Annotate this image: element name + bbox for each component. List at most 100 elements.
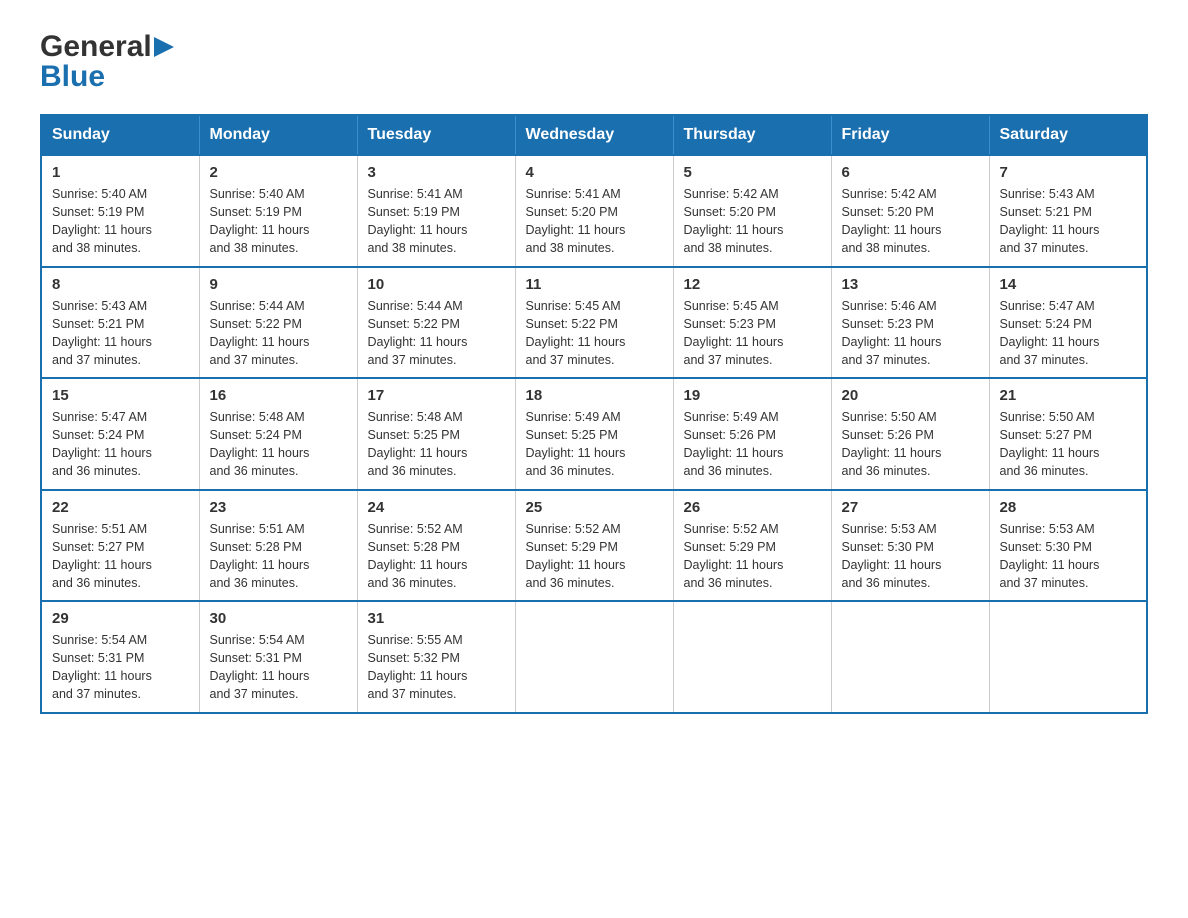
day-info: Sunrise: 5:42 AMSunset: 5:20 PMDaylight:…	[684, 185, 821, 258]
day-number: 20	[842, 387, 979, 404]
header-thursday: Thursday	[673, 115, 831, 155]
calendar-cell: 5 Sunrise: 5:42 AMSunset: 5:20 PMDayligh…	[673, 155, 831, 267]
day-number: 23	[210, 499, 347, 516]
day-number: 10	[368, 276, 505, 293]
day-number: 26	[684, 499, 821, 516]
calendar-cell: 31 Sunrise: 5:55 AMSunset: 5:32 PMDaylig…	[357, 601, 515, 713]
day-info: Sunrise: 5:55 AMSunset: 5:32 PMDaylight:…	[368, 631, 505, 704]
calendar-cell: 26 Sunrise: 5:52 AMSunset: 5:29 PMDaylig…	[673, 490, 831, 602]
header-friday: Friday	[831, 115, 989, 155]
day-number: 14	[1000, 276, 1137, 293]
day-info: Sunrise: 5:47 AMSunset: 5:24 PMDaylight:…	[1000, 297, 1137, 370]
day-number: 15	[52, 387, 189, 404]
week-row-3: 15 Sunrise: 5:47 AMSunset: 5:24 PMDaylig…	[41, 378, 1147, 490]
day-info: Sunrise: 5:41 AMSunset: 5:20 PMDaylight:…	[526, 185, 663, 258]
week-row-4: 22 Sunrise: 5:51 AMSunset: 5:27 PMDaylig…	[41, 490, 1147, 602]
day-number: 21	[1000, 387, 1137, 404]
day-number: 22	[52, 499, 189, 516]
day-info: Sunrise: 5:52 AMSunset: 5:29 PMDaylight:…	[684, 520, 821, 593]
day-info: Sunrise: 5:51 AMSunset: 5:27 PMDaylight:…	[52, 520, 189, 593]
week-row-2: 8 Sunrise: 5:43 AMSunset: 5:21 PMDayligh…	[41, 267, 1147, 379]
logo-arrow-icon	[154, 37, 174, 57]
day-number: 13	[842, 276, 979, 293]
day-number: 25	[526, 499, 663, 516]
day-number: 31	[368, 610, 505, 627]
page-header: General Blue	[40, 30, 1148, 94]
day-info: Sunrise: 5:54 AMSunset: 5:31 PMDaylight:…	[52, 631, 189, 704]
day-info: Sunrise: 5:49 AMSunset: 5:25 PMDaylight:…	[526, 408, 663, 481]
calendar-cell	[515, 601, 673, 713]
calendar-cell: 22 Sunrise: 5:51 AMSunset: 5:27 PMDaylig…	[41, 490, 199, 602]
day-info: Sunrise: 5:49 AMSunset: 5:26 PMDaylight:…	[684, 408, 821, 481]
calendar-cell: 14 Sunrise: 5:47 AMSunset: 5:24 PMDaylig…	[989, 267, 1147, 379]
calendar-cell	[989, 601, 1147, 713]
day-info: Sunrise: 5:40 AMSunset: 5:19 PMDaylight:…	[210, 185, 347, 258]
week-row-5: 29 Sunrise: 5:54 AMSunset: 5:31 PMDaylig…	[41, 601, 1147, 713]
calendar-cell: 1 Sunrise: 5:40 AMSunset: 5:19 PMDayligh…	[41, 155, 199, 267]
day-info: Sunrise: 5:48 AMSunset: 5:25 PMDaylight:…	[368, 408, 505, 481]
day-number: 3	[368, 164, 505, 181]
calendar-cell	[831, 601, 989, 713]
calendar-cell: 16 Sunrise: 5:48 AMSunset: 5:24 PMDaylig…	[199, 378, 357, 490]
calendar-cell: 24 Sunrise: 5:52 AMSunset: 5:28 PMDaylig…	[357, 490, 515, 602]
day-info: Sunrise: 5:47 AMSunset: 5:24 PMDaylight:…	[52, 408, 189, 481]
day-info: Sunrise: 5:45 AMSunset: 5:23 PMDaylight:…	[684, 297, 821, 370]
calendar-cell: 12 Sunrise: 5:45 AMSunset: 5:23 PMDaylig…	[673, 267, 831, 379]
day-number: 4	[526, 164, 663, 181]
calendar-cell: 4 Sunrise: 5:41 AMSunset: 5:20 PMDayligh…	[515, 155, 673, 267]
day-number: 5	[684, 164, 821, 181]
header-saturday: Saturday	[989, 115, 1147, 155]
day-number: 30	[210, 610, 347, 627]
day-number: 8	[52, 276, 189, 293]
day-number: 9	[210, 276, 347, 293]
day-number: 19	[684, 387, 821, 404]
day-info: Sunrise: 5:41 AMSunset: 5:19 PMDaylight:…	[368, 185, 505, 258]
day-number: 18	[526, 387, 663, 404]
day-info: Sunrise: 5:44 AMSunset: 5:22 PMDaylight:…	[210, 297, 347, 370]
day-number: 29	[52, 610, 189, 627]
day-number: 16	[210, 387, 347, 404]
day-number: 11	[526, 276, 663, 293]
calendar-cell: 19 Sunrise: 5:49 AMSunset: 5:26 PMDaylig…	[673, 378, 831, 490]
day-number: 1	[52, 164, 189, 181]
day-number: 7	[1000, 164, 1137, 181]
day-info: Sunrise: 5:50 AMSunset: 5:27 PMDaylight:…	[1000, 408, 1137, 481]
calendar-cell: 28 Sunrise: 5:53 AMSunset: 5:30 PMDaylig…	[989, 490, 1147, 602]
calendar-cell: 2 Sunrise: 5:40 AMSunset: 5:19 PMDayligh…	[199, 155, 357, 267]
calendar-cell: 8 Sunrise: 5:43 AMSunset: 5:21 PMDayligh…	[41, 267, 199, 379]
header-tuesday: Tuesday	[357, 115, 515, 155]
day-info: Sunrise: 5:48 AMSunset: 5:24 PMDaylight:…	[210, 408, 347, 481]
logo: General Blue	[40, 30, 176, 94]
header-monday: Monday	[199, 115, 357, 155]
day-number: 27	[842, 499, 979, 516]
day-info: Sunrise: 5:40 AMSunset: 5:19 PMDaylight:…	[52, 185, 189, 258]
calendar-cell: 20 Sunrise: 5:50 AMSunset: 5:26 PMDaylig…	[831, 378, 989, 490]
calendar-cell: 7 Sunrise: 5:43 AMSunset: 5:21 PMDayligh…	[989, 155, 1147, 267]
calendar-cell: 11 Sunrise: 5:45 AMSunset: 5:22 PMDaylig…	[515, 267, 673, 379]
day-info: Sunrise: 5:51 AMSunset: 5:28 PMDaylight:…	[210, 520, 347, 593]
calendar-cell: 10 Sunrise: 5:44 AMSunset: 5:22 PMDaylig…	[357, 267, 515, 379]
week-row-1: 1 Sunrise: 5:40 AMSunset: 5:19 PMDayligh…	[41, 155, 1147, 267]
header-sunday: Sunday	[41, 115, 199, 155]
day-info: Sunrise: 5:43 AMSunset: 5:21 PMDaylight:…	[52, 297, 189, 370]
day-number: 12	[684, 276, 821, 293]
calendar-cell: 25 Sunrise: 5:52 AMSunset: 5:29 PMDaylig…	[515, 490, 673, 602]
day-info: Sunrise: 5:53 AMSunset: 5:30 PMDaylight:…	[1000, 520, 1137, 593]
day-info: Sunrise: 5:46 AMSunset: 5:23 PMDaylight:…	[842, 297, 979, 370]
calendar-cell: 21 Sunrise: 5:50 AMSunset: 5:27 PMDaylig…	[989, 378, 1147, 490]
calendar-cell: 27 Sunrise: 5:53 AMSunset: 5:30 PMDaylig…	[831, 490, 989, 602]
day-info: Sunrise: 5:52 AMSunset: 5:28 PMDaylight:…	[368, 520, 505, 593]
calendar-cell: 9 Sunrise: 5:44 AMSunset: 5:22 PMDayligh…	[199, 267, 357, 379]
calendar-cell: 3 Sunrise: 5:41 AMSunset: 5:19 PMDayligh…	[357, 155, 515, 267]
calendar-cell: 23 Sunrise: 5:51 AMSunset: 5:28 PMDaylig…	[199, 490, 357, 602]
day-info: Sunrise: 5:52 AMSunset: 5:29 PMDaylight:…	[526, 520, 663, 593]
calendar-header-row: SundayMondayTuesdayWednesdayThursdayFrid…	[41, 115, 1147, 155]
day-number: 6	[842, 164, 979, 181]
calendar-cell: 15 Sunrise: 5:47 AMSunset: 5:24 PMDaylig…	[41, 378, 199, 490]
calendar-cell	[673, 601, 831, 713]
day-info: Sunrise: 5:54 AMSunset: 5:31 PMDaylight:…	[210, 631, 347, 704]
day-info: Sunrise: 5:43 AMSunset: 5:21 PMDaylight:…	[1000, 185, 1137, 258]
day-info: Sunrise: 5:50 AMSunset: 5:26 PMDaylight:…	[842, 408, 979, 481]
day-info: Sunrise: 5:53 AMSunset: 5:30 PMDaylight:…	[842, 520, 979, 593]
calendar-cell: 29 Sunrise: 5:54 AMSunset: 5:31 PMDaylig…	[41, 601, 199, 713]
